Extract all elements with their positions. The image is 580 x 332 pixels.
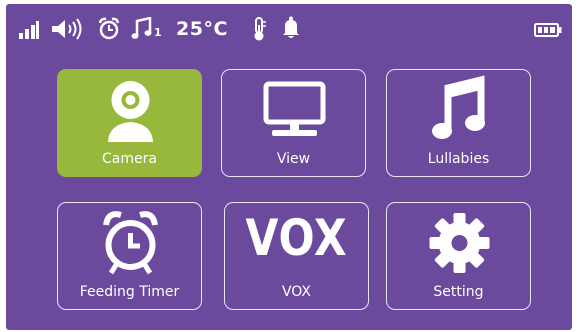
lullaby-track-number: 1 (154, 26, 162, 39)
monitor-screen: 1 25°C Camera View Lullabies Feeding Tim… (6, 4, 572, 330)
music-note-icon (387, 70, 530, 144)
view-label: View (276, 151, 311, 167)
camera-tile[interactable]: Camera (57, 69, 202, 177)
view-tile[interactable]: View (221, 69, 366, 177)
alarm-clock-icon (98, 17, 120, 45)
camera-label: Camera (102, 151, 157, 167)
bell-icon (281, 16, 301, 44)
alarm-clock-icon (58, 203, 201, 277)
thermometer-icon (252, 16, 268, 46)
monitor-icon (222, 70, 365, 144)
battery-icon (534, 22, 562, 41)
vox-tile[interactable]: VOX VOX (224, 202, 369, 310)
vox-icon: VOX (245, 209, 348, 267)
vox-label: VOX (281, 284, 312, 300)
lullabies-label: Lullabies (427, 151, 490, 167)
gear-icon (387, 203, 530, 277)
feeding-timer-label: Feeding Timer (79, 284, 180, 300)
signal-icon (18, 20, 40, 44)
lullaby-note-icon (131, 16, 153, 45)
volume-icon (50, 18, 86, 44)
camera-icon (58, 70, 201, 144)
temperature-readout: 25°C (176, 18, 228, 40)
status-bar: 1 25°C (6, 4, 572, 56)
setting-label: Setting (433, 284, 484, 300)
setting-tile[interactable]: Setting (386, 202, 531, 310)
feeding-timer-tile[interactable]: Feeding Timer (57, 202, 202, 310)
lullabies-tile[interactable]: Lullabies (386, 69, 531, 177)
